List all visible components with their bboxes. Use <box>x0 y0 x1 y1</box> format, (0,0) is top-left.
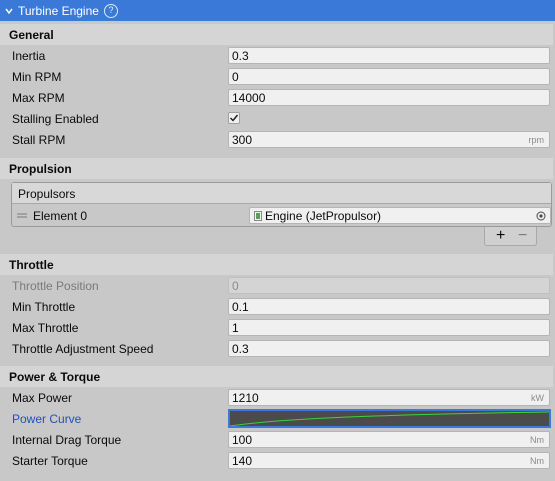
min-throttle-row: Min Throttle 0.1 <box>0 297 555 318</box>
power-curve-field[interactable] <box>228 409 551 428</box>
max-power-row: Max Power 1210 kW <box>0 388 555 409</box>
nm-unit: Nm <box>530 435 544 445</box>
throttle-speed-field[interactable]: 0.3 <box>228 340 550 357</box>
kw-unit: kW <box>531 393 544 403</box>
starter-torque-row: Starter Torque 140 Nm <box>0 451 555 472</box>
max-rpm-row: Max RPM 14000 <box>0 88 555 109</box>
section-propulsion-header[interactable]: Propulsion <box>0 158 553 179</box>
script-icon <box>254 211 262 221</box>
propulsors-list: Propulsors Element 0 Engine (JetPropulso… <box>11 182 552 227</box>
stalling-row: Stalling Enabled <box>0 109 555 130</box>
min-rpm-label: Min RPM <box>12 70 62 84</box>
propulsors-list-header[interactable]: Propulsors <box>12 183 551 204</box>
drag-torque-field[interactable]: 100 Nm <box>228 431 550 448</box>
drag-handle-icon[interactable] <box>17 213 27 218</box>
section-general-header[interactable]: General <box>0 24 553 45</box>
rpm-unit: rpm <box>528 135 545 145</box>
drag-torque-row: Internal Drag Torque 100 Nm <box>0 430 555 451</box>
power-curve-row: Power Curve <box>0 409 555 430</box>
chevron-down-icon[interactable] <box>5 7 13 15</box>
inertia-label: Inertia <box>12 49 46 63</box>
help-icon[interactable]: ? <box>103 3 118 18</box>
throttle-position-row: Throttle Position 0 <box>0 276 555 297</box>
checkmark-icon <box>230 114 239 122</box>
component-header[interactable]: Turbine Engine ? <box>0 0 555 21</box>
stalling-label: Stalling Enabled <box>12 112 99 126</box>
throttle-speed-row: Throttle Adjustment Speed 0.3 <box>0 339 555 360</box>
min-throttle-label: Min Throttle <box>12 300 76 314</box>
list-footer: + − <box>484 227 537 246</box>
element-label: Element 0 <box>33 209 88 223</box>
section-throttle-header[interactable]: Throttle <box>0 254 553 275</box>
max-power-label: Max Power <box>12 391 73 405</box>
stall-rpm-row: Stall RPM 300 rpm <box>0 130 555 151</box>
starter-torque-field[interactable]: 140 Nm <box>228 452 550 469</box>
remove-element-button[interactable]: − <box>518 227 527 245</box>
min-rpm-field[interactable]: 0 <box>228 68 550 85</box>
stalling-checkbox[interactable] <box>228 112 240 124</box>
min-throttle-field[interactable]: 0.1 <box>228 298 550 315</box>
throttle-speed-label: Throttle Adjustment Speed <box>12 342 154 356</box>
throttle-position-label: Throttle Position <box>12 279 99 293</box>
max-throttle-field[interactable]: 1 <box>228 319 550 336</box>
max-rpm-label: Max RPM <box>12 91 65 105</box>
max-power-field[interactable]: 1210 kW <box>228 389 550 406</box>
add-element-button[interactable]: + <box>496 227 505 245</box>
max-rpm-field[interactable]: 14000 <box>228 89 550 106</box>
object-picker-icon[interactable] <box>536 211 546 221</box>
drag-torque-label: Internal Drag Torque <box>12 433 122 447</box>
section-power-header[interactable]: Power & Torque <box>0 366 553 387</box>
max-throttle-row: Max Throttle 1 <box>0 318 555 339</box>
component-title: Turbine Engine <box>18 3 99 18</box>
stall-rpm-field[interactable]: 300 rpm <box>228 131 550 148</box>
curve-preview <box>230 411 549 426</box>
throttle-position-field: 0 <box>228 277 550 294</box>
inertia-row: Inertia 0.3 <box>0 46 555 67</box>
nm-unit: Nm <box>530 456 544 466</box>
object-field[interactable]: Engine (JetPropulsor) <box>249 207 551 224</box>
max-throttle-label: Max Throttle <box>12 321 79 335</box>
stall-rpm-label: Stall RPM <box>12 133 66 147</box>
inertia-field[interactable]: 0.3 <box>228 47 550 64</box>
list-item[interactable]: Element 0 Engine (JetPropulsor) <box>12 205 551 226</box>
propulsors-label: Propulsors <box>18 187 76 201</box>
min-rpm-row: Min RPM 0 <box>0 67 555 88</box>
power-curve-label: Power Curve <box>12 412 82 426</box>
starter-torque-label: Starter Torque <box>12 454 88 468</box>
